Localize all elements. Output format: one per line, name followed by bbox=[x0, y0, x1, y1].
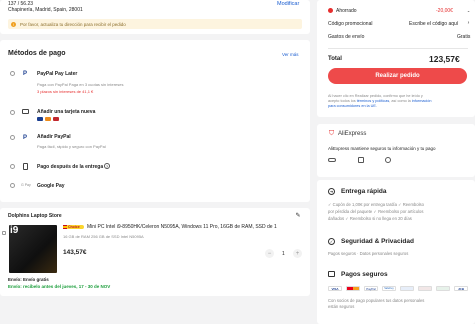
modify-address-link[interactable]: Modificar bbox=[277, 1, 299, 7]
product-image[interactable]: i9 bbox=[9, 225, 57, 273]
legal-line3[interactable]: para consumidores en la UE. bbox=[328, 104, 377, 108]
radio-paypal[interactable] bbox=[10, 135, 15, 140]
item-price: 143,57€ bbox=[63, 249, 87, 256]
payment-methods-card: Métodos de pago Ver más P PayPal Pay Lat… bbox=[0, 40, 310, 202]
toggle-icon bbox=[328, 158, 336, 162]
saved-label: Ahorrado bbox=[336, 8, 357, 14]
legal-text: , así como la bbox=[389, 99, 411, 103]
chevron-right-icon[interactable]: › bbox=[466, 20, 471, 26]
paypal-icon: P bbox=[22, 134, 27, 141]
total-label: Total bbox=[328, 56, 342, 62]
brand-name: AliExpress bbox=[338, 131, 367, 137]
bank-logo bbox=[400, 286, 414, 291]
payment-option-label: Añadir PayPal bbox=[37, 134, 71, 140]
legal-text: acepto todos los bbox=[328, 99, 356, 103]
delivery-line: por pérdida del paquete ✓ Reembolso por … bbox=[328, 209, 424, 214]
google-pay-icon: G Pay bbox=[21, 183, 31, 187]
product-image-label: i9 bbox=[10, 225, 19, 236]
safekey-logo: SafeKey bbox=[382, 286, 396, 291]
other-card-logo bbox=[53, 117, 59, 121]
qty-increase-button[interactable]: + bbox=[293, 249, 302, 258]
trust-card: ⛉ AliExpress AliExpress mantiene seguros… bbox=[317, 124, 475, 177]
delivery-line: dañados ✓ Reembolso si no llega en 20 dí… bbox=[328, 216, 412, 221]
delivery-title: Entrega rápida bbox=[341, 188, 387, 195]
warning-icon: ! bbox=[11, 21, 16, 27]
shipping-cost-label: Gastos de envío bbox=[328, 34, 365, 40]
shield-check-icon bbox=[385, 157, 391, 163]
item-variant[interactable]: 16 GB de RAM 256 GB de SSD Intel N5095A bbox=[63, 234, 144, 239]
security-icon: ✓ bbox=[328, 238, 335, 245]
secure-pay-title: Pagos seguros bbox=[341, 271, 388, 278]
paypal-icon: P bbox=[22, 70, 27, 77]
legal-line2: acepto todos los términos y políticas, a… bbox=[328, 99, 431, 103]
divider bbox=[328, 48, 468, 49]
promo-label: Código promocional bbox=[328, 21, 373, 27]
total-value: 123,57€ bbox=[429, 54, 460, 64]
edit-icon[interactable]: ✎ bbox=[295, 212, 301, 219]
consumer-info-link[interactable]: información bbox=[412, 99, 432, 103]
radio-google-pay[interactable] bbox=[10, 183, 15, 188]
truck-icon: ➜ bbox=[328, 188, 335, 195]
radio-add-card[interactable] bbox=[10, 110, 15, 115]
saved-icon bbox=[328, 8, 333, 13]
payment-logos: VISA PayPal SafeKey JCB bbox=[328, 284, 473, 293]
payment-option-label: PayPal Pay Later bbox=[37, 71, 78, 77]
item-title[interactable]: Mini PC Intel i9-8950HK/Celeron N5095A, … bbox=[87, 224, 277, 230]
address-warning: ! Por favor, actualiza tu dirección para… bbox=[8, 19, 302, 29]
payment-title: Métodos de pago bbox=[8, 50, 66, 57]
payment-option-label: Pago después de la entrega bbox=[37, 164, 104, 170]
warning-text: Por favor, actualiza tu dirección para r… bbox=[20, 21, 126, 27]
payment-option-label: Añadir una tarjeta nueva bbox=[37, 109, 96, 115]
chevron-down-icon[interactable]: ⌄ bbox=[466, 8, 471, 13]
shipping-cost-value: Gratis bbox=[457, 34, 471, 40]
secure-pay-text: Con socios de pago populares tus datos p… bbox=[328, 298, 425, 303]
item-checkbox[interactable] bbox=[2, 231, 6, 235]
legal-line1: Al hacer clic en Realizar pedido, confir… bbox=[328, 94, 423, 98]
receipt-icon bbox=[23, 163, 28, 170]
privacy-text: Pagos seguros · Datos personales seguros bbox=[328, 251, 409, 256]
shipping-eta-text: Envío: recíbelo antes del jueves, 17 - 3… bbox=[8, 284, 111, 289]
bank-logo bbox=[418, 286, 432, 291]
privacy-title: Seguridad & Privacidad bbox=[341, 238, 414, 245]
help-icon[interactable]: ? bbox=[104, 163, 110, 169]
mastercard-logo bbox=[45, 117, 51, 121]
address-card: 137 / 56.23 Chapinería, Madrid, Spain, 2… bbox=[0, 0, 310, 34]
paypal-logo: PayPal bbox=[364, 286, 378, 291]
store-item-card: Dolphins Laptop Store ✎ i9 Choice Mini P… bbox=[0, 208, 310, 296]
place-order-button[interactable]: Realizar pedido bbox=[328, 68, 467, 84]
mastercard-logo bbox=[346, 286, 360, 291]
payment-option-label: Google Pay bbox=[37, 183, 65, 189]
secure-pay-text: están seguros bbox=[328, 304, 355, 309]
order-summary-card: Ahorrado -20,00€ ⌄ Código promocional Es… bbox=[317, 0, 475, 117]
radio-paypal-later[interactable] bbox=[10, 71, 15, 76]
spain-flag-icon bbox=[63, 225, 67, 229]
saved-value: -20,00€ bbox=[436, 8, 453, 14]
bank-logo bbox=[436, 286, 450, 291]
qty-decrease-button[interactable]: − bbox=[265, 249, 274, 258]
card-icon bbox=[22, 109, 29, 114]
terms-link[interactable]: términos y políticas bbox=[357, 99, 390, 103]
address-line2: Chapinería, Madrid, Spain, 28001 bbox=[8, 7, 83, 13]
shipping-fee-text: Envío: Envío gratis bbox=[8, 277, 49, 282]
delivery-line: ✓ Cupón de 1,00€ por entrega tardía ✓ Re… bbox=[328, 202, 424, 207]
radio-pay-after-delivery[interactable] bbox=[10, 164, 15, 169]
promo-input[interactable]: Escribe el código aquí bbox=[409, 21, 458, 27]
payment-option-sub: Paga fácil, rápido y seguro con PayPal bbox=[37, 144, 106, 149]
installment-text: 3 plazos sin intereses de 41,1 € bbox=[37, 89, 94, 94]
lock-icon bbox=[358, 157, 364, 163]
see-more-link[interactable]: Ver más bbox=[282, 52, 299, 57]
jcb-logo: JCB bbox=[454, 286, 468, 291]
trust-text: AliExpress mantiene seguros tu informaci… bbox=[328, 146, 436, 151]
visa-logo bbox=[37, 117, 43, 121]
store-name: Dolphins Laptop Store bbox=[8, 213, 62, 219]
visa-logo: VISA bbox=[328, 286, 342, 291]
secure-payment-icon bbox=[328, 271, 335, 277]
shield-icon: ⛉ bbox=[328, 130, 335, 137]
qty-value[interactable]: 1 bbox=[282, 251, 285, 257]
payment-option-sub: Paga con PayPal Paga en 3 cuotas sin int… bbox=[37, 82, 124, 87]
delivery-card: ➜ Entrega rápida ✓ Cupón de 1,00€ por en… bbox=[317, 180, 475, 324]
